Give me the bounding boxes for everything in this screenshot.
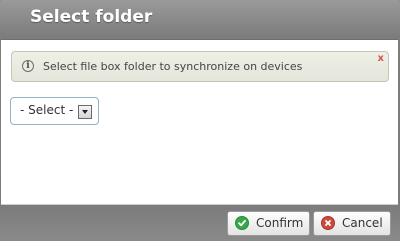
check-icon [235,216,249,230]
dialog-content: i Select file box folder to synchronize … [1,39,398,205]
cancel-icon [321,216,335,230]
chevron-down-icon[interactable] [78,105,92,119]
dialog-title-bar[interactable]: Select folder [0,0,400,38]
folder-select-value: - Select - [20,103,74,117]
info-message-text: Select file box folder to synchronize on… [43,60,303,73]
info-icon: i [22,60,34,72]
close-icon[interactable]: x [378,53,384,65]
folder-select-dropdown[interactable]: - Select - [10,97,99,125]
confirm-button[interactable]: Confirm [227,211,310,236]
dialog-title: Select folder [30,7,153,27]
dialog-footer: Confirm Cancel [0,206,400,241]
confirm-button-label: Confirm [256,216,304,230]
select-folder-dialog: Select folder i Select file box folder t… [0,0,400,241]
info-message-box: i Select file box folder to synchronize … [11,51,389,82]
cancel-button-label: Cancel [342,216,383,230]
cancel-button[interactable]: Cancel [313,211,391,236]
